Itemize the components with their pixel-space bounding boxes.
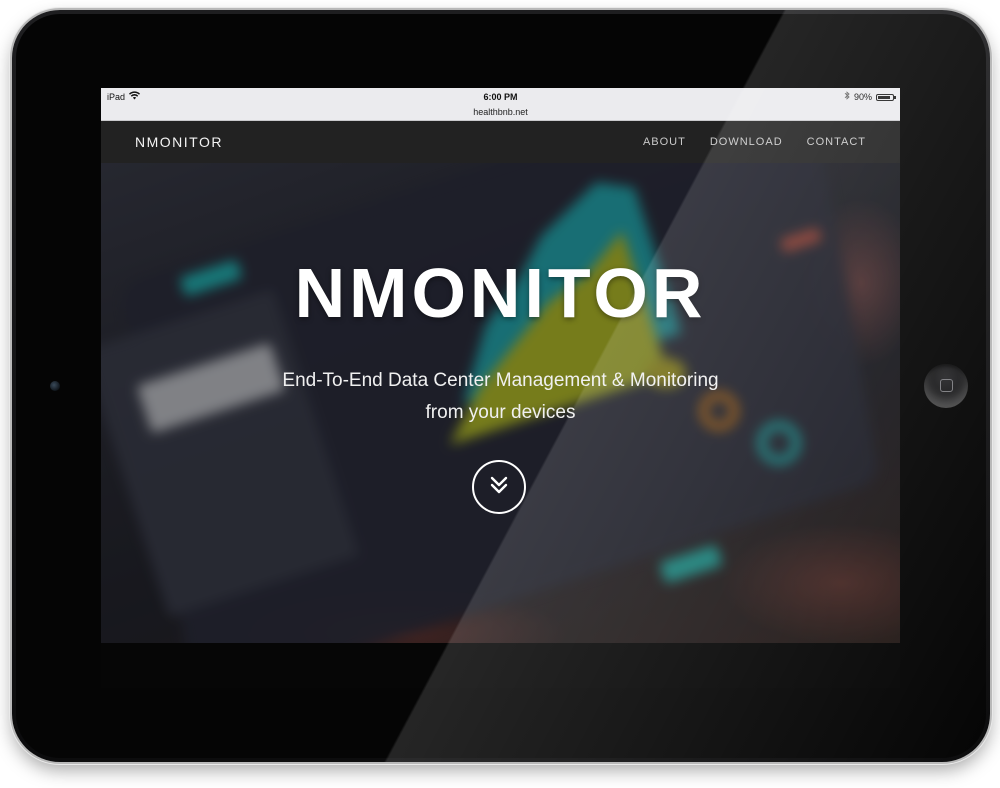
status-time: 6:00 PM (483, 92, 518, 102)
nav-link-contact[interactable]: CONTACT (807, 136, 866, 148)
next-section (101, 643, 900, 688)
battery-icon (876, 93, 896, 101)
status-right: 90% (844, 88, 896, 106)
hero-subtitle-line1: End-To-End Data Center Management & Moni… (282, 370, 719, 391)
battery-level (878, 95, 891, 99)
site-navbar: NMONITOR ABOUT DOWNLOAD CONTACT (101, 121, 900, 163)
battery-percent: 90% (853, 92, 872, 102)
hero-subtitle: End-To-End Data Center Management & Moni… (101, 365, 900, 429)
bluetooth-icon (844, 88, 850, 106)
nav-links: ABOUT DOWNLOAD CONTACT (643, 121, 866, 163)
camera-icon (50, 381, 60, 391)
ipad-screen: iPad 6:00 PM 90% healthbnb.net NMONITOR … (101, 88, 900, 688)
brand-link[interactable]: NMONITOR (135, 121, 223, 163)
home-button-icon (940, 379, 953, 392)
address-bar[interactable]: healthbnb.net (101, 106, 900, 121)
hero-subtitle-line2: from your devices (425, 402, 576, 423)
hero-title: NMONITOR (294, 254, 707, 332)
ipad-frame: iPad 6:00 PM 90% healthbnb.net NMONITOR … (12, 10, 990, 762)
nav-link-about[interactable]: ABOUT (643, 136, 686, 148)
scroll-down-button[interactable] (472, 460, 526, 514)
hero-content: NMONITOR End-To-End Data Center Manageme… (101, 163, 900, 643)
double-chevron-down-icon (488, 475, 510, 500)
hero-section: NMONITOR End-To-End Data Center Manageme… (101, 163, 900, 643)
nav-link-download[interactable]: DOWNLOAD (710, 136, 783, 148)
status-bar: iPad 6:00 PM 90% (101, 88, 900, 106)
home-button[interactable] (924, 364, 968, 408)
